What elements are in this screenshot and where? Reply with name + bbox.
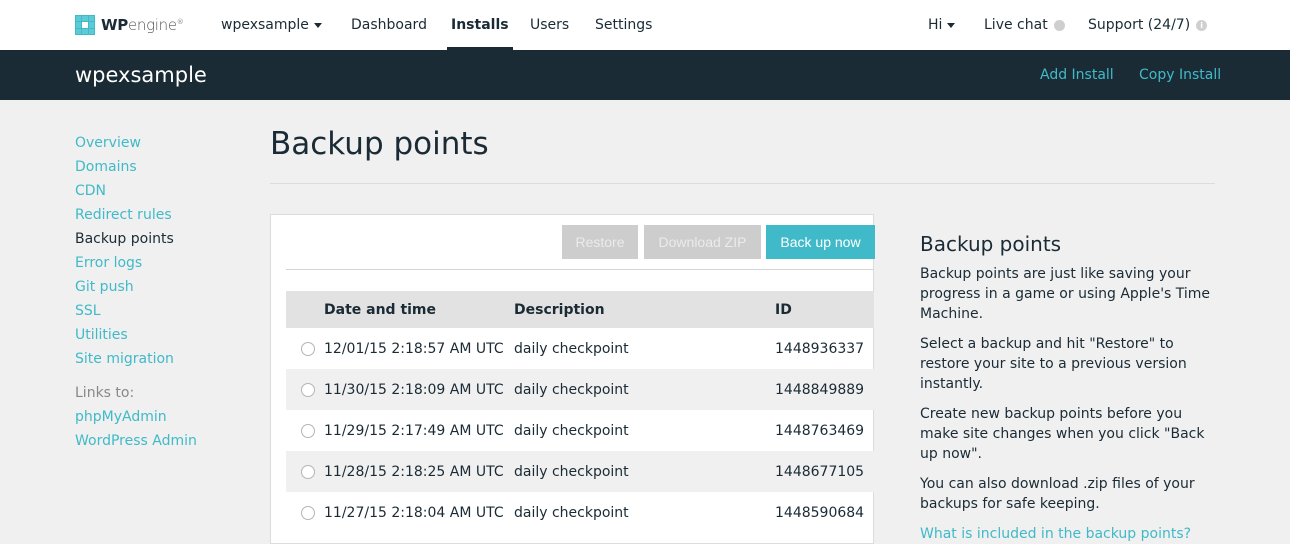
account-name: wpexsample: [221, 17, 309, 33]
help-paragraph: You can also download .zip files of your…: [920, 476, 1195, 512]
row-radio[interactable]: [301, 423, 315, 438]
sidebar-item-domains[interactable]: Domains: [75, 155, 197, 179]
table-row[interactable]: 11/27/15 2:18:04 AM UTC daily checkpoint…: [286, 492, 874, 533]
panel-divider: [286, 269, 874, 270]
sidebar-item-site-migration[interactable]: Site migration: [75, 347, 197, 371]
sidebar-link-phpmyadmin[interactable]: phpMyAdmin: [75, 405, 197, 429]
backup-table: Date and time Description ID 12/01/15 2:…: [286, 291, 874, 533]
row-radio[interactable]: [301, 464, 315, 479]
header-date: Date and time: [324, 301, 437, 318]
live-chat-link[interactable]: Live chat: [984, 0, 1065, 50]
row-radio[interactable]: [301, 341, 315, 356]
sidebar-item-redirect-rules[interactable]: Redirect rules: [75, 203, 197, 227]
greeting-label: Hi: [928, 17, 943, 33]
row-id: 1448936337: [775, 340, 865, 357]
nav-settings[interactable]: Settings: [595, 0, 652, 50]
sidebar-item-ssl[interactable]: SSL: [75, 299, 197, 323]
help-paragraph: Backup points are just like saving your …: [920, 266, 1211, 322]
row-radio[interactable]: [301, 382, 315, 397]
support-link[interactable]: Support (24/7) i: [1088, 0, 1208, 50]
top-navigation: WPengine® wpexsample Dashboard Installs …: [0, 0, 1290, 50]
links-to-label: Links to:: [75, 385, 135, 401]
sidebar-item-error-logs[interactable]: Error logs: [75, 251, 197, 275]
row-date: 11/29/15 2:17:49 AM UTC: [324, 422, 504, 439]
nav-users[interactable]: Users: [530, 0, 569, 50]
backup-panel: Restore Download ZIP Back up now Date an…: [270, 214, 875, 544]
restore-button[interactable]: Restore: [562, 225, 638, 259]
row-date: 12/01/15 2:18:57 AM UTC: [324, 340, 504, 357]
table-header: Date and time Description ID: [286, 291, 874, 328]
support-label: Support (24/7): [1088, 17, 1191, 33]
table-row[interactable]: 12/01/15 2:18:57 AM UTC daily checkpoint…: [286, 328, 874, 369]
row-radio[interactable]: [301, 505, 315, 520]
backup-info-link[interactable]: What is included in the backup points?: [920, 524, 1220, 544]
sidebar-item-utilities[interactable]: Utilities: [75, 323, 197, 347]
install-sidebar: Overview Domains CDN Redirect rules Back…: [75, 131, 197, 453]
copy-install-link[interactable]: Copy Install: [1139, 50, 1221, 100]
info-icon: i: [1196, 19, 1208, 31]
help-paragraph: Create new backup points before you make…: [920, 406, 1205, 462]
table-row[interactable]: 11/29/15 2:17:49 AM UTC daily checkpoint…: [286, 410, 874, 451]
table-row[interactable]: 11/30/15 2:18:09 AM UTC daily checkpoint…: [286, 369, 874, 410]
live-chat-label: Live chat: [984, 17, 1048, 33]
row-description: daily checkpoint: [514, 463, 629, 480]
sidebar-item-git-push[interactable]: Git push: [75, 275, 197, 299]
row-description: daily checkpoint: [514, 422, 629, 439]
help-panel: Backup points Backup points are just lik…: [920, 232, 1220, 544]
wpengine-logo[interactable]: WPengine®: [75, 15, 184, 35]
sidebar-link-wordpress-admin[interactable]: WordPress Admin: [75, 429, 197, 453]
header-description: Description: [514, 301, 605, 318]
row-id: 1448590684: [775, 504, 865, 521]
row-date: 11/30/15 2:18:09 AM UTC: [324, 381, 504, 398]
row-id: 1448677105: [775, 463, 865, 480]
nav-dashboard[interactable]: Dashboard: [351, 0, 427, 50]
row-description: daily checkpoint: [514, 340, 629, 357]
row-id: 1448849889: [775, 381, 865, 398]
row-description: daily checkpoint: [514, 381, 629, 398]
caret-down-icon: [947, 22, 956, 28]
sidebar-item-cdn[interactable]: CDN: [75, 179, 197, 203]
back-up-now-button[interactable]: Back up now: [766, 225, 875, 259]
logo-wordmark: WPengine®: [101, 16, 184, 34]
nav-installs[interactable]: Installs: [447, 0, 513, 50]
account-switcher[interactable]: wpexsample: [221, 0, 322, 50]
status-dot-icon: [1053, 19, 1065, 31]
header-id: ID: [775, 301, 792, 318]
download-zip-button[interactable]: Download ZIP: [644, 225, 761, 259]
install-header: wpexsample Add Install Copy Install: [0, 50, 1290, 100]
logo-grid-icon: [75, 15, 95, 35]
install-title: wpexsample: [75, 63, 207, 87]
row-date: 11/28/15 2:18:25 AM UTC: [324, 463, 504, 480]
title-divider: [270, 183, 1215, 184]
help-title: Backup points: [920, 232, 1062, 256]
add-install-link[interactable]: Add Install: [1040, 50, 1114, 100]
user-menu[interactable]: Hi: [928, 0, 956, 50]
page-title: Backup points: [270, 126, 489, 162]
sidebar-item-backup-points[interactable]: Backup points: [75, 227, 197, 251]
help-paragraph: Select a backup and hit "Restore" to res…: [920, 336, 1187, 392]
row-date: 11/27/15 2:18:04 AM UTC: [324, 504, 504, 521]
row-description: daily checkpoint: [514, 504, 629, 521]
sidebar-item-overview[interactable]: Overview: [75, 131, 197, 155]
table-row[interactable]: 11/28/15 2:18:25 AM UTC daily checkpoint…: [286, 451, 874, 492]
caret-down-icon: [313, 22, 322, 28]
row-id: 1448763469: [775, 422, 865, 439]
